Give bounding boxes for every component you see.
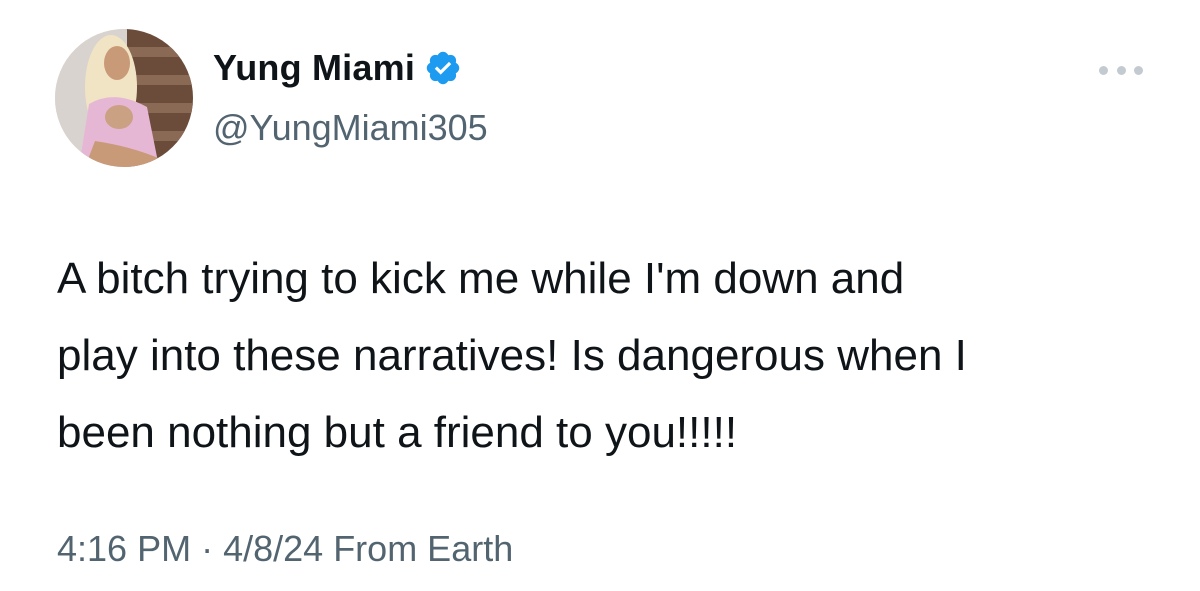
more-dot bbox=[1099, 65, 1108, 75]
display-name[interactable]: Yung Miami bbox=[213, 47, 415, 89]
tweet-meta: 4:16 PM · 4/8/24 From Earth bbox=[57, 528, 513, 570]
more-dot bbox=[1116, 65, 1126, 75]
more-dot bbox=[1134, 65, 1143, 75]
profile-photo bbox=[55, 29, 193, 167]
tweet-date[interactable]: 4/8/24 bbox=[223, 528, 323, 569]
tweet-source: From Earth bbox=[333, 528, 514, 569]
meta-separator: · bbox=[201, 528, 214, 569]
verified-badge-icon bbox=[424, 49, 462, 87]
username-handle[interactable]: @YungMiami305 bbox=[213, 107, 488, 149]
tweet-text: A bitch trying to kick me while I'm down… bbox=[57, 254, 967, 457]
author-name-row: Yung Miami bbox=[213, 47, 462, 89]
tweet-time[interactable]: 4:16 PM bbox=[57, 528, 191, 569]
tweet-card: Yung Miami @YungMiami305 A bitch trying … bbox=[0, 0, 1200, 591]
more-options-icon[interactable] bbox=[1099, 60, 1143, 80]
avatar[interactable] bbox=[55, 29, 193, 167]
